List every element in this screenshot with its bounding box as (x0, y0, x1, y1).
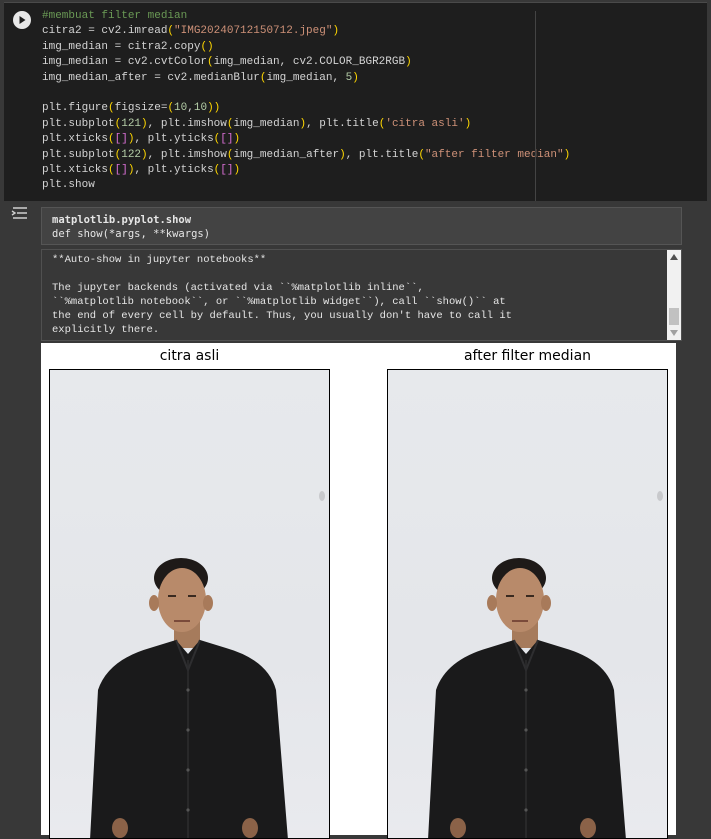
code-line: plt.subplot(122), plt.imshow(img_median_… (42, 148, 571, 161)
right-subplot-image (387, 369, 668, 839)
code-line: citra2 = cv2.imread("IMG20240712150712.j… (42, 25, 340, 38)
code-line: plt.xticks([]), plt.yticks([]) (42, 164, 241, 177)
doc-text: **Auto-show in jupyter notebooks** The j… (52, 254, 512, 336)
scroll-down-icon[interactable] (670, 330, 678, 336)
code-line: img_median = cv2.cvtColor(img_median, cv… (42, 56, 412, 69)
code-cell[interactable]: #membuat filter median citra2 = cv2.imre… (4, 2, 707, 201)
scroll-up-icon[interactable] (670, 254, 678, 260)
code-line: #membuat filter median (42, 10, 188, 22)
doc-signature: matplotlib.pyplot.show def show(*args, *… (41, 207, 682, 245)
right-subplot-title: after filter median (463, 348, 592, 364)
play-icon (19, 16, 26, 24)
left-subplot-image (49, 369, 330, 839)
doc-scrollbar[interactable] (667, 250, 681, 340)
code-line: plt.figure(figsize=(10,10)) (42, 102, 221, 115)
editor-divider (535, 11, 536, 201)
figure-output: citra asli after filter median (41, 343, 676, 839)
doc-signature-def: def show(*args, **kwargs) (52, 228, 211, 240)
code-line: img_median_after = cv2.medianBlur(img_me… (42, 71, 359, 84)
output-toggle-icon[interactable] (10, 205, 32, 221)
run-cell-button[interactable] (13, 11, 31, 29)
left-subplot-title: citra asli (159, 348, 220, 364)
doc-body[interactable]: **Auto-show in jupyter notebooks** The j… (41, 249, 682, 341)
code-line: plt.xticks([]), plt.yticks([]) (42, 133, 241, 146)
code-line: img_median = citra2.copy() (42, 40, 214, 53)
code-editor[interactable]: #membuat filter median citra2 = cv2.imre… (42, 9, 570, 194)
code-line: plt.subplot(121), plt.imshow(img_median)… (42, 117, 472, 130)
doc-signature-name: matplotlib.pyplot.show (52, 214, 192, 226)
code-line: plt.show (42, 179, 95, 192)
scroll-thumb[interactable] (669, 308, 679, 325)
